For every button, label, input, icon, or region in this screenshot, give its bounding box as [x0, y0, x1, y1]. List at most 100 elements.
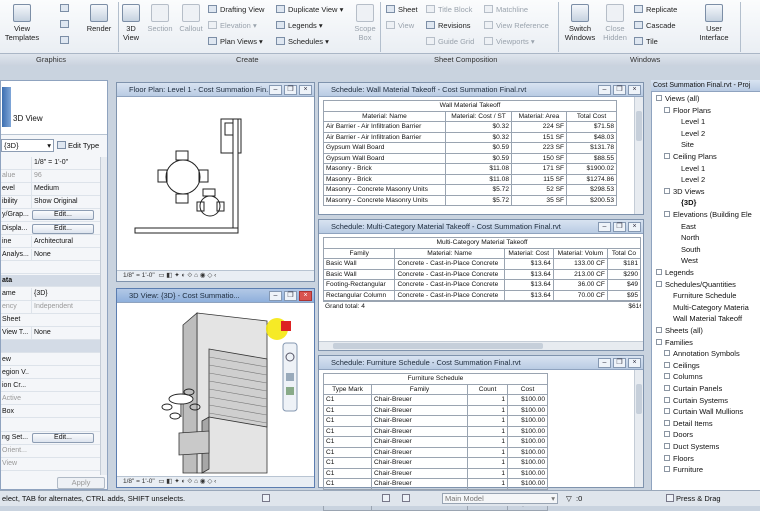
table-row[interactable]: Air Barrier - Air Infiltration Barrier $0… [323, 121, 617, 133]
table-cell[interactable]: Basic Wall [323, 258, 396, 270]
restore-icon[interactable]: ❐ [284, 291, 297, 301]
table-cell[interactable]: 1 [467, 467, 508, 479]
browser-tree-item[interactable]: Level 1 [681, 163, 705, 174]
table-cell[interactable]: $13.64 [503, 268, 554, 280]
property-row[interactable]: alue 96 [1, 170, 107, 183]
table-cell[interactable]: Concrete - Cast-in-Place Concrete [394, 268, 505, 280]
browser-tree-item[interactable]: Families [656, 337, 693, 348]
column-header[interactable]: Material: Cost [503, 247, 554, 259]
table-cell[interactable]: $100.00 [507, 394, 548, 406]
browser-tree-item[interactable]: Schedules/Quantities [656, 279, 736, 290]
column-header[interactable]: Type Mark [323, 383, 372, 395]
table-cell[interactable]: $0.32 [445, 131, 512, 143]
table-cell[interactable]: Chair-Breuer [371, 457, 468, 469]
column-header[interactable]: Material: Volum [552, 247, 608, 259]
legends-button[interactable]: Legends ▾ [276, 21, 323, 31]
browser-tree-item[interactable]: Detail Items [664, 418, 713, 429]
property-row[interactable]: y/Grap... Edit... [1, 209, 107, 222]
drafting-view-button[interactable]: Drafting View [208, 5, 264, 15]
design-option-selector[interactable]: Main Model ▾ [442, 493, 558, 504]
zoom-icon[interactable] [286, 373, 294, 381]
expand-icon[interactable] [664, 373, 670, 380]
column-header[interactable]: Total Co [606, 247, 641, 259]
table-cell[interactable]: Gypsum Wall Board [323, 152, 446, 164]
minimize-icon[interactable]: – [598, 85, 611, 95]
table-cell[interactable]: 1 [467, 404, 508, 416]
property-row[interactable]: Box [1, 406, 107, 419]
browser-tree-item[interactable]: 3D Views [664, 186, 705, 197]
editable-only-icon[interactable] [402, 494, 410, 502]
property-row[interactable]: Analys... None [1, 248, 107, 262]
expand-icon[interactable] [664, 361, 670, 368]
edit-button[interactable]: Edit... [32, 210, 94, 221]
property-row[interactable]: egion V... [1, 367, 107, 380]
table-cell[interactable]: 171 SF [511, 163, 567, 175]
table-row[interactable]: Basic Wall Concrete - Cast-in-Place Concr… [323, 258, 641, 270]
browser-tree-item[interactable]: Duct Systems [664, 441, 719, 452]
table-row[interactable]: C1Chair-Breuer1$100.00 [323, 404, 548, 416]
table-row[interactable]: C1Chair-Breuer1$100.00 [323, 394, 548, 406]
browser-tree-item[interactable]: Floors [664, 453, 694, 464]
cascade-button[interactable]: Cascade [634, 21, 676, 31]
table-cell[interactable]: $100.00 [507, 467, 548, 479]
expand-icon[interactable] [656, 269, 662, 275]
table-cell[interactable]: $1900.02 [566, 163, 617, 175]
table-cell[interactable]: C1 [323, 425, 372, 437]
table-cell[interactable]: 1 [467, 415, 508, 427]
property-row[interactable]: ibility Show Original [1, 196, 107, 209]
browser-tree-item[interactable]: Site [681, 139, 694, 150]
viewports-button[interactable]: Viewports ▾ [484, 37, 535, 47]
matchline-button[interactable]: Matchline [484, 5, 528, 15]
minimize-icon[interactable]: – [269, 85, 282, 95]
table-cell[interactable]: Air Barrier - Air Infiltration Barrier [323, 121, 446, 133]
press-drag-icon[interactable] [666, 494, 674, 502]
table-cell[interactable]: 1 [467, 425, 508, 437]
type-selector[interactable]: 3D View [1, 81, 107, 135]
switch-windows-button[interactable]: Switch Windows [564, 4, 596, 42]
browser-tree-item[interactable]: {3D} [681, 197, 696, 208]
table-cell[interactable]: $48.03 [566, 131, 617, 143]
viewcube-icon[interactable] [281, 321, 291, 331]
plan-views-button[interactable]: Plan Views ▾ [208, 37, 263, 47]
table-cell[interactable]: C1 [323, 446, 372, 458]
expand-icon[interactable] [656, 95, 662, 101]
table-cell[interactable]: $71.58 [566, 121, 617, 133]
table-cell[interactable]: $95 [606, 289, 641, 301]
close-icon[interactable]: × [299, 85, 312, 95]
browser-tree-item[interactable]: Legends [656, 267, 694, 278]
expand-icon[interactable] [664, 106, 670, 113]
property-row[interactable] [1, 340, 107, 353]
restore-icon[interactable]: ❐ [613, 358, 626, 368]
table-cell[interactable]: 1 [467, 478, 508, 490]
expand-icon[interactable] [664, 211, 670, 217]
column-header[interactable]: Total Cost [566, 110, 617, 122]
minimize-icon[interactable]: – [598, 222, 611, 232]
table-cell[interactable]: $100.00 [507, 415, 548, 427]
table-cell[interactable]: 52 SF [511, 184, 567, 196]
column-header[interactable]: Material: Name [323, 110, 446, 122]
table-row[interactable]: C1Chair-Breuer1$100.00 [323, 436, 548, 448]
expand-icon[interactable] [664, 187, 670, 194]
table-row[interactable]: Masonry - Brick $11.08 115 SF $1274.86 [323, 173, 617, 185]
table-cell[interactable]: C1 [323, 394, 372, 406]
view-instance-selector[interactable]: {3D} ▾ [1, 139, 54, 152]
browser-tree-item[interactable]: Floor Plans [664, 105, 711, 116]
table-row[interactable]: Masonry - Brick $11.08 171 SF $1900.02 [323, 163, 617, 175]
duplicate-view-button[interactable]: Duplicate View ▾ [276, 5, 343, 15]
property-row[interactable]: Orient... [1, 445, 107, 458]
table-cell[interactable]: $88.55 [566, 152, 617, 164]
minimize-icon[interactable]: – [598, 358, 611, 368]
workset-icon[interactable] [262, 494, 270, 502]
table-cell[interactable]: Chair-Breuer [371, 478, 468, 490]
table-cell[interactable]: $100.00 [507, 425, 548, 437]
property-row[interactable]: ame {3D} [1, 288, 107, 301]
column-header[interactable]: Material: Name [394, 247, 505, 259]
table-cell[interactable]: Masonry - Brick [323, 173, 446, 185]
table-cell[interactable]: Chair-Breuer [371, 467, 468, 479]
elevation-button[interactable]: Elevation ▾ [208, 21, 257, 31]
table-cell[interactable]: Chair-Breuer [371, 436, 468, 448]
view-button[interactable]: View [386, 21, 414, 31]
table-cell[interactable]: C1 [323, 436, 372, 448]
table-cell[interactable]: $5.72 [445, 184, 512, 196]
property-row[interactable] [1, 262, 107, 275]
